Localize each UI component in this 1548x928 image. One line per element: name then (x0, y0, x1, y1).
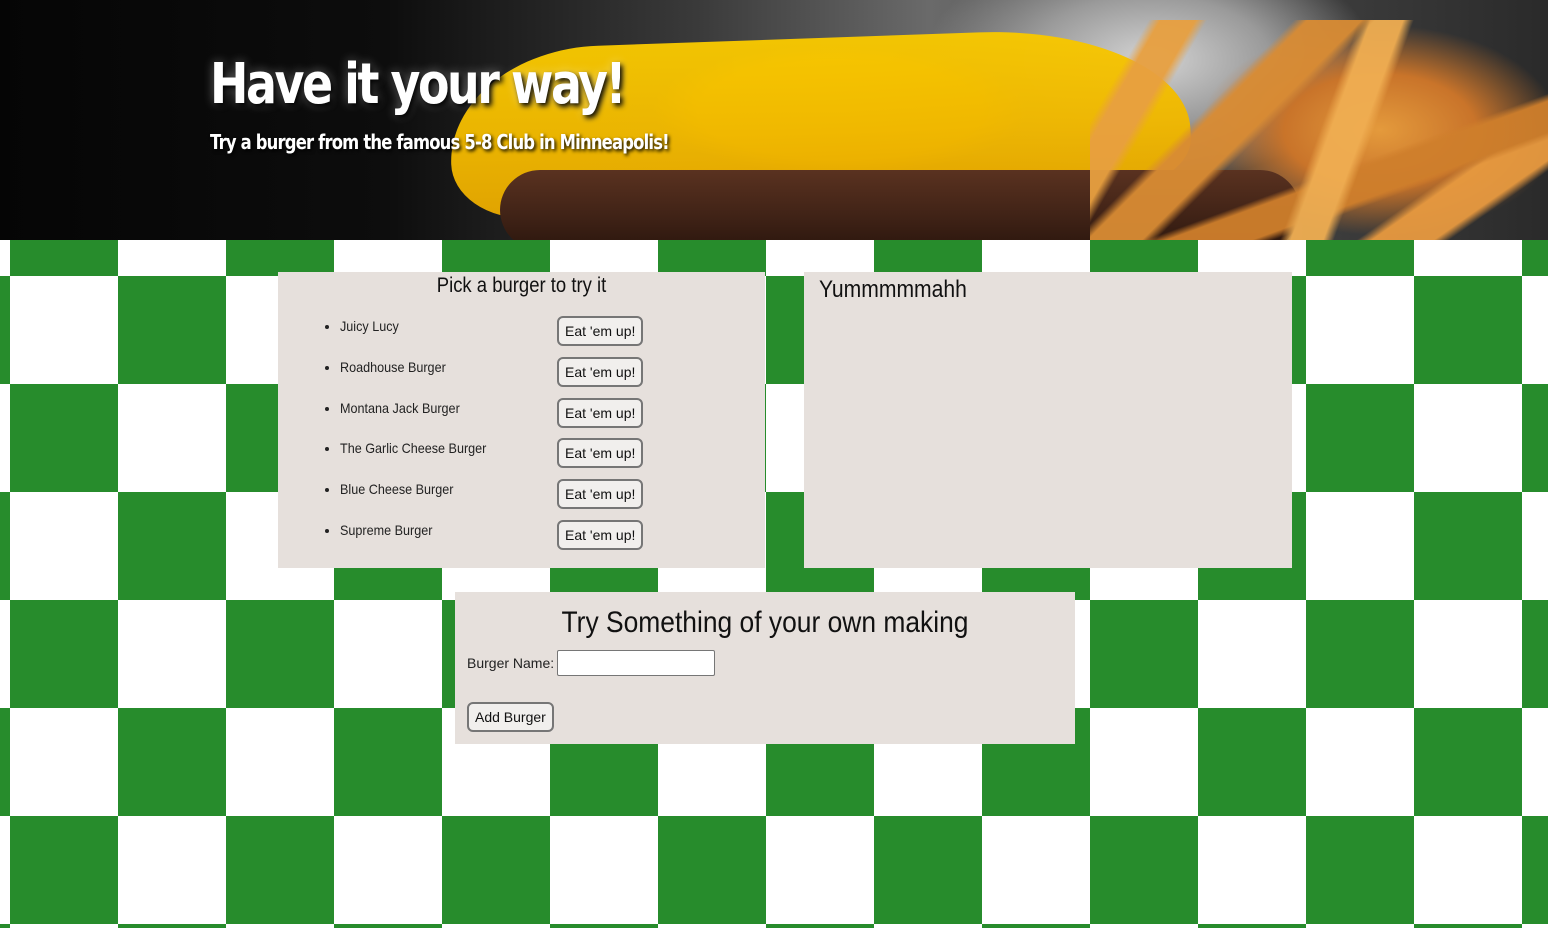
add-burger-title: Try Something of your own making (561, 606, 969, 639)
page-subtitle: Try a burger from the famous 5-8 Club in… (210, 130, 670, 154)
hero-banner: Have it your way! Try a burger from the … (0, 0, 1548, 240)
eaten-title: Yummmmmahh (819, 276, 967, 303)
burger-name: Montana Jack Burger (340, 399, 460, 416)
burger-name-input[interactable] (557, 650, 716, 676)
list-item: Juicy Lucy Eat 'em up! (340, 316, 720, 357)
eaten-burgers-panel: Yummmmmahh (804, 272, 1292, 568)
burger-name: Blue Cheese Burger (340, 481, 454, 498)
fries-image (1090, 20, 1548, 240)
burger-name: Supreme Burger (340, 521, 433, 538)
list-item: Supreme Burger Eat 'em up! (340, 519, 720, 561)
burger-menu-panel: Pick a burger to try it Juicy Lucy Eat '… (278, 272, 765, 568)
eat-button[interactable]: Eat 'em up! (557, 438, 644, 469)
list-item: Blue Cheese Burger Eat 'em up! (340, 479, 720, 520)
add-burger-button[interactable]: Add Burger (467, 702, 554, 732)
eat-button[interactable]: Eat 'em up! (557, 479, 644, 510)
add-burger-panel: Try Something of your own making Burger … (455, 592, 1075, 744)
menu-title: Pick a burger to try it (436, 274, 607, 297)
burger-name: The Garlic Cheese Burger (340, 440, 487, 457)
burger-name: Roadhouse Burger (340, 358, 446, 375)
list-item: Roadhouse Burger Eat 'em up! (340, 356, 720, 398)
list-item: The Garlic Cheese Burger Eat 'em up! (340, 438, 720, 479)
burger-list: Juicy Lucy Eat 'em up! Roadhouse Burger … (318, 316, 720, 561)
burger-name-row: Burger Name: (467, 650, 716, 676)
list-item: Montana Jack Burger Eat 'em up! (340, 397, 720, 439)
eat-button[interactable]: Eat 'em up! (557, 316, 644, 346)
burger-name-label: Burger Name: (467, 655, 555, 671)
page-title: Have it your way! (210, 52, 626, 117)
burger-name: Juicy Lucy (340, 318, 399, 334)
eat-button[interactable]: Eat 'em up! (557, 356, 644, 387)
eat-button[interactable]: Eat 'em up! (557, 519, 644, 550)
eat-button[interactable]: Eat 'em up! (557, 397, 644, 428)
